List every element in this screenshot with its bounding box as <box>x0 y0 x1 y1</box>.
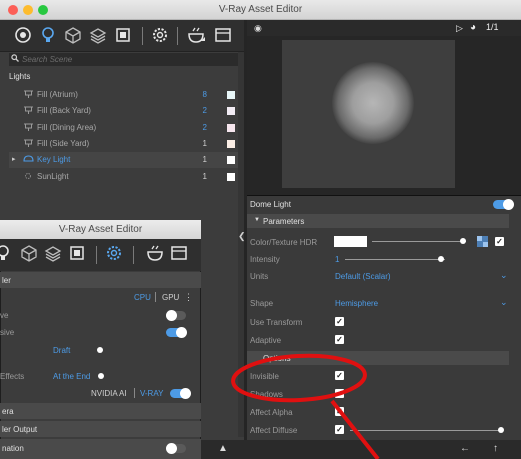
annotation-overlay <box>231 353 380 459</box>
annotation-arrow-line <box>330 399 380 459</box>
annotation-circle <box>231 353 367 403</box>
